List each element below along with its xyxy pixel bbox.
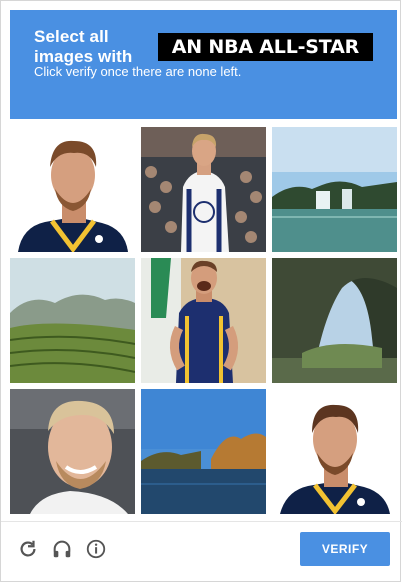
image-tile-3[interactable] — [272, 127, 397, 252]
player-yellow-jersey-image — [141, 258, 266, 383]
captcha-widget: Select all images with AN NBA ALL-STAR C… — [0, 0, 402, 583]
instruction-row: Select all images with AN NBA ALL-STAR — [34, 27, 373, 66]
image-tile-9[interactable] — [272, 389, 397, 514]
instruction-text: Select all images with — [34, 27, 133, 66]
image-tile-8[interactable] — [141, 389, 266, 514]
image-tile-1[interactable] — [10, 127, 135, 252]
player-portrait-image — [272, 389, 397, 514]
player-smiling-image — [10, 389, 135, 514]
lake-trees-image — [141, 389, 266, 514]
player-white-jersey-image — [141, 127, 266, 252]
rice-terraces-image — [10, 258, 135, 383]
info-icon[interactable] — [85, 538, 107, 560]
image-grid — [10, 127, 397, 514]
rock-arch-image — [272, 258, 397, 383]
headphones-icon[interactable] — [51, 538, 73, 560]
image-tile-6[interactable] — [272, 258, 397, 383]
captcha-footer: VERIFY — [1, 521, 402, 583]
reload-icon[interactable] — [17, 538, 39, 560]
waterfall-image — [272, 127, 397, 252]
image-tile-2[interactable] — [141, 127, 266, 252]
target-keyword: AN NBA ALL-STAR — [157, 33, 373, 61]
image-tile-5[interactable] — [141, 258, 266, 383]
image-tile-7[interactable] — [10, 389, 135, 514]
verify-button[interactable]: VERIFY — [300, 532, 390, 566]
instruction-subtitle: Click verify once there are none left. — [34, 64, 242, 79]
challenge-header: Select all images with AN NBA ALL-STAR C… — [10, 10, 397, 119]
image-tile-4[interactable] — [10, 258, 135, 383]
player-portrait-image — [10, 127, 135, 252]
